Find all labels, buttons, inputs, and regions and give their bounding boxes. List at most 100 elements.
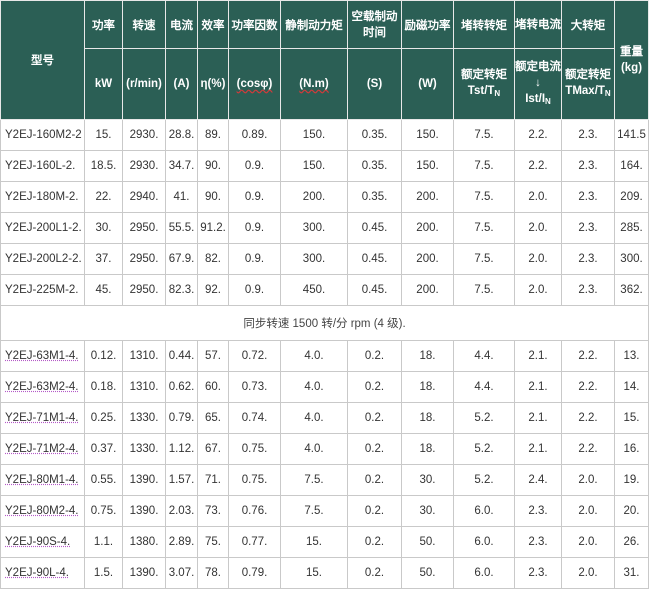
value-cell: 4.4.: [453, 371, 515, 403]
value-cell: 0.2.: [347, 557, 402, 589]
unit-max-torque: 额定转矩 TMax/TN: [561, 48, 615, 120]
value-cell: 2.3.: [561, 212, 615, 244]
value-cell: 55.5.: [165, 212, 198, 244]
value-cell: 7.5.: [453, 119, 515, 151]
value-cell: 0.12.: [84, 340, 123, 372]
table-row: Y2EJ-160L-2. 18.5. 2930. 34.7. 90. 0.9. 150. 0.…: [0, 150, 649, 182]
value-cell: 150.: [401, 119, 454, 151]
table-body-bottom-rows: Y2EJ-63M1-4. 0.12. 1310. 0.44. 57. 0.72. 4.0. 0…: [0, 340, 649, 589]
table-body-bottom: 同步转速 1500 转/分 rpm (4 级).: [0, 305, 649, 341]
unit-current: (A): [165, 48, 198, 120]
model-cell: Y2EJ-200L1-2.: [0, 212, 85, 244]
value-cell: 30.: [401, 464, 454, 496]
value-cell: 71.: [197, 464, 229, 496]
value-cell: 13.: [614, 340, 649, 372]
value-cell: 300.: [280, 212, 348, 244]
value-cell: 450.: [280, 274, 348, 306]
value-cell: 0.9.: [228, 181, 281, 213]
locked-current-ratio-main: Ist/I: [525, 92, 546, 105]
value-cell: 5.2.: [453, 464, 515, 496]
value-cell: 2950.: [122, 212, 166, 244]
value-cell: 45.: [84, 274, 123, 306]
value-cell: 2.3.: [561, 243, 615, 275]
header-locked-current: 堵转电流: [514, 0, 562, 49]
unit-static-torque-text: (N.m): [299, 78, 329, 90]
spec-table-container: Y2EJ-160M2-2 15. 2930. 28.8. 89. 0.89. 150. 0.3…: [0, 0, 649, 589]
model-name: Y2EJ-80M2-4.: [5, 505, 79, 517]
header-static-torque: 静制动力矩: [280, 0, 348, 49]
value-cell: 5.2.: [453, 433, 515, 465]
model-name: Y2EJ-80M1-4.: [5, 474, 79, 486]
table-row: Y2EJ-80M2-4. 0.75. 1390. 2.03. 73. 0.76. 7.5. 0…: [0, 495, 649, 527]
table-row: Y2EJ-80M1-4. 0.55. 1390. 1.57. 71. 0.75. 7.5. 0…: [0, 464, 649, 496]
header-weight-unit: (kg): [620, 62, 643, 74]
model-cell: Y2EJ-63M2-4.: [0, 371, 85, 403]
value-cell: 0.2.: [347, 495, 402, 527]
value-cell: 285.: [614, 212, 649, 244]
value-cell: 7.5.: [280, 495, 348, 527]
value-cell: 0.2.: [347, 371, 402, 403]
table-row: Y2EJ-63M2-4. 0.18. 1310. 0.62. 60. 0.73. 4.0. 0…: [0, 371, 649, 403]
value-cell: 2.4.: [514, 464, 562, 496]
motor-spec-table: Y2EJ-160M2-2 15. 2930. 28.8. 89. 0.89. 150. 0.3…: [0, 0, 649, 589]
model-name: Y2EJ-90L-4.: [5, 567, 69, 579]
value-cell: 0.77.: [228, 526, 281, 558]
value-cell: 30.: [401, 495, 454, 527]
value-cell: 28.8.: [165, 119, 198, 151]
model-name: Y2EJ-160L-2.: [5, 160, 76, 172]
value-cell: 2.2.: [514, 119, 562, 151]
value-cell: 209.: [614, 181, 649, 213]
value-cell: 2.1.: [514, 371, 562, 403]
table-row: Y2EJ-200L2-2. 37. 2950. 67.9. 82. 0.9. 300. 0.4…: [0, 243, 649, 275]
value-cell: 2.1.: [514, 402, 562, 434]
header-max-torque: 大转矩: [561, 0, 615, 49]
value-cell: 1380.: [122, 526, 166, 558]
value-cell: 0.25.: [84, 402, 123, 434]
locked-torque-ratio: Tst/TN: [468, 85, 500, 98]
value-cell: 2930.: [122, 119, 166, 151]
value-cell: 0.37.: [84, 433, 123, 465]
value-cell: 0.9.: [228, 150, 281, 182]
value-cell: 7.5.: [453, 181, 515, 213]
max-torque-ratio-main: TMax/T: [565, 84, 605, 97]
value-cell: 0.2.: [347, 340, 402, 372]
model-cell: Y2EJ-160M2-2: [0, 119, 85, 151]
value-cell: 41.: [165, 181, 198, 213]
value-cell: 2940.: [122, 181, 166, 213]
value-cell: 57.: [197, 340, 229, 372]
value-cell: 18.: [401, 433, 454, 465]
value-cell: 2950.: [122, 274, 166, 306]
value-cell: 141.5: [614, 119, 649, 151]
value-cell: 31.: [614, 557, 649, 589]
header-weight: 重量 (kg): [614, 0, 649, 120]
value-cell: 1.57.: [165, 464, 198, 496]
value-cell: 7.5.: [453, 274, 515, 306]
value-cell: 200.: [401, 243, 454, 275]
value-cell: 2.0.: [514, 243, 562, 275]
table-row: Y2EJ-71M2-4. 0.37. 1330. 1.12. 67. 0.75. 4.0. 0…: [0, 433, 649, 465]
value-cell: 1.5.: [84, 557, 123, 589]
model-cell: Y2EJ-63M1-4.: [0, 340, 85, 372]
value-cell: 34.7.: [165, 150, 198, 182]
value-cell: 82.: [197, 243, 229, 275]
value-cell: 2.0.: [514, 274, 562, 306]
value-cell: 2.3.: [561, 119, 615, 151]
header-locked-torque: 堵转转矩: [453, 0, 515, 49]
locked-torque-sub-label: 额定转矩: [461, 68, 507, 81]
model-name: Y2EJ-63M2-4.: [5, 381, 79, 393]
unit-noload-brake-time: (S): [347, 48, 402, 120]
value-cell: 67.: [197, 433, 229, 465]
value-cell: 26.: [614, 526, 649, 558]
value-cell: 150.: [280, 119, 348, 151]
value-cell: 1390.: [122, 464, 166, 496]
value-cell: 0.75.: [228, 433, 281, 465]
value-cell: 362.: [614, 274, 649, 306]
value-cell: 15.: [280, 526, 348, 558]
model-cell: Y2EJ-180M-2.: [0, 181, 85, 213]
value-cell: 6.0.: [453, 495, 515, 527]
value-cell: 50.: [401, 557, 454, 589]
value-cell: 89.: [197, 119, 229, 151]
value-cell: 1390.: [122, 557, 166, 589]
model-name: Y2EJ-71M2-4.: [5, 443, 79, 455]
header-weight-label: 重量: [620, 46, 643, 58]
